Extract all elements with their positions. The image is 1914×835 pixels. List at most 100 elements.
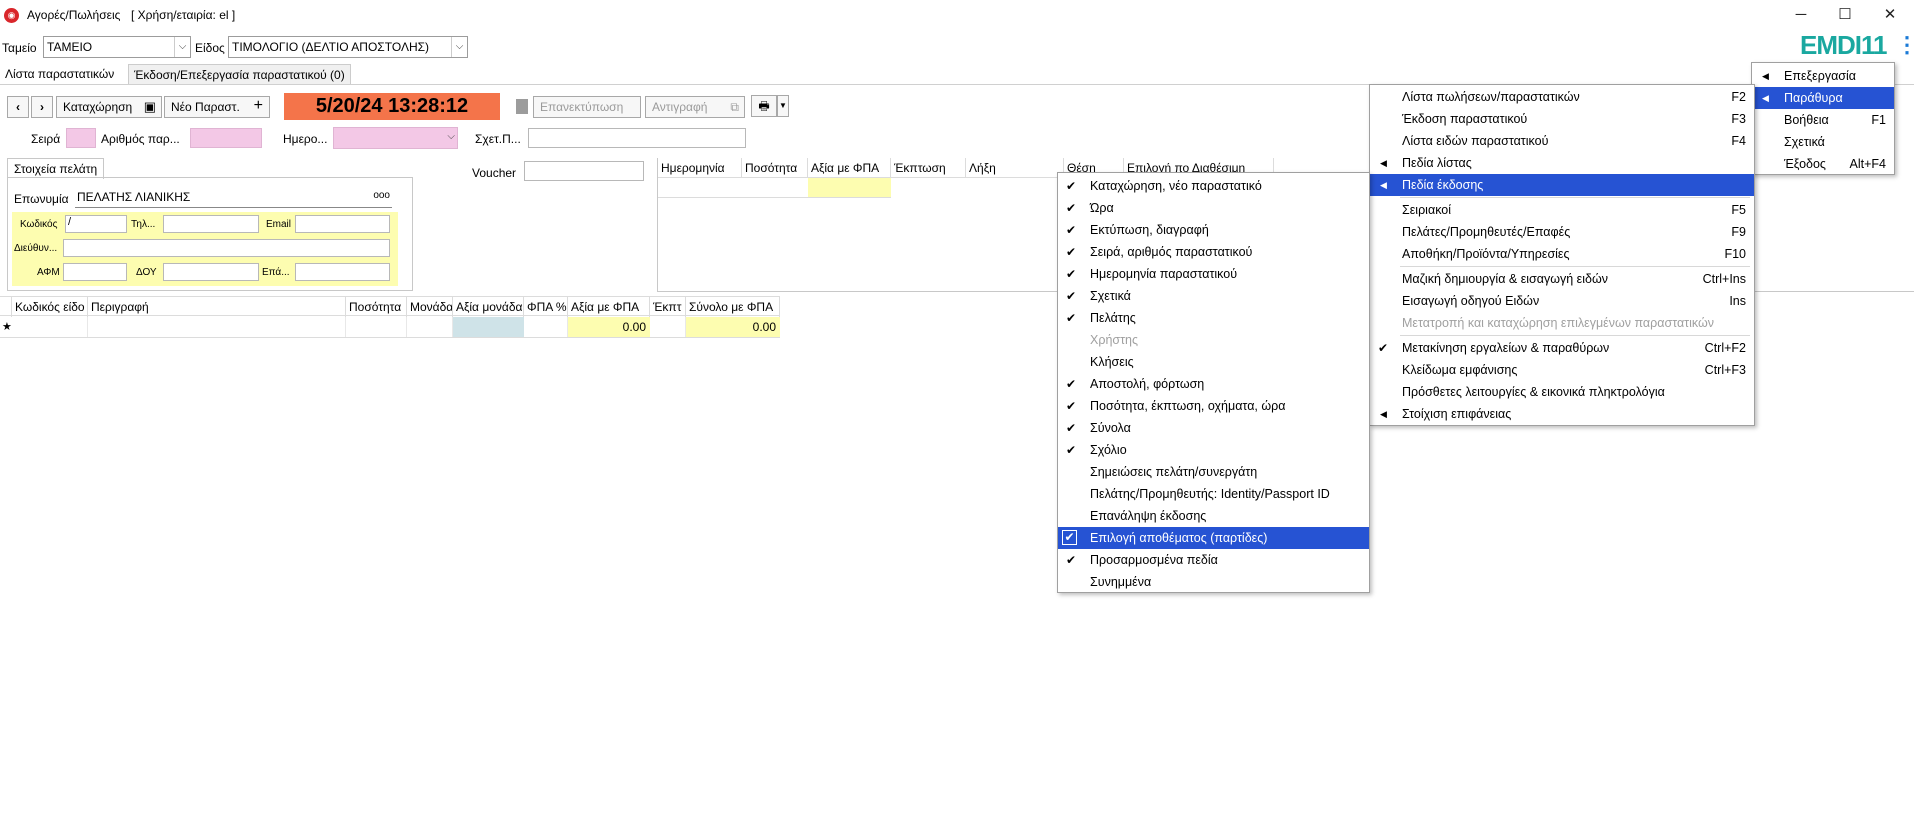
menu-item-1[interactable]: ✔ Ώρα [1058, 197, 1369, 219]
menu-item-4[interactable]: ✔ Ημερομηνία παραστατικού [1058, 263, 1369, 285]
unit-value-cell[interactable] [453, 317, 524, 337]
vat-percent-cell[interactable] [524, 317, 568, 337]
email-input[interactable] [295, 215, 390, 233]
arithmos-input[interactable] [190, 128, 262, 148]
menu-item-6[interactable]: ✔ Πελάτης [1058, 307, 1369, 329]
prev-button[interactable]: ‹ [7, 96, 29, 118]
menu-item-3[interactable]: ✔ Σειρά, αριθμός παραστατικού [1058, 241, 1369, 263]
lots-row[interactable] [658, 178, 891, 198]
next-button[interactable]: › [31, 96, 53, 118]
menu-item-3[interactable]: ◀ Πεδία λίστας [1370, 152, 1754, 174]
menu-item-8[interactable]: Αποθήκη/Προϊόντα/Υπηρεσίες F10 [1370, 243, 1754, 265]
more-icon[interactable]: ooo [373, 190, 390, 201]
menu-item-7[interactable]: Πελάτες/Προμηθευτές/Επαφές F9 [1370, 221, 1754, 243]
lots-header-cell[interactable]: Έκπτωση [891, 158, 966, 178]
tab-customer[interactable]: Στοιχεία πελάτη [7, 158, 105, 179]
reprint-button[interactable]: Επανεκτύπωση [533, 96, 641, 118]
menu-item-14[interactable]: Πελάτης/Προμηθευτής: Identity/Passport I… [1058, 483, 1369, 505]
menu-item-10[interactable]: ✔ Ποσότητα, έκπτωση, οχήματα, ώρα [1058, 395, 1369, 417]
new-document-button[interactable]: Νέο Παραστ. + [164, 96, 270, 118]
doy-input[interactable] [163, 263, 259, 281]
more-menu-icon[interactable]: ⋮ [1896, 32, 1914, 58]
save-button[interactable]: Καταχώρηση ▣ [56, 96, 162, 118]
menu-item-4[interactable]: Έξοδος Alt+F4 [1752, 153, 1894, 175]
menu-item-8[interactable]: Κλήσεις [1058, 351, 1369, 373]
lots-header-cell[interactable]: Λήξη [966, 158, 1064, 178]
menu-item-2[interactable]: ✔ Εκτύπωση, διαγραφή [1058, 219, 1369, 241]
datetime-display: 5/20/24 13:28:12 [284, 93, 500, 120]
menu-item-11[interactable]: ✔ Σύνολα [1058, 417, 1369, 439]
menu-item-0[interactable]: ✔ Καταχώρηση, νέο παραστατικό [1058, 175, 1369, 197]
menu-item-0[interactable]: ◀ Επεξεργασία [1752, 65, 1894, 87]
menu-item-0[interactable]: Λίστα πωλήσεων/παραστατικών F2 [1370, 86, 1754, 108]
voucher-input[interactable] [524, 161, 644, 181]
lines-header-cell[interactable]: Έκπτ [650, 297, 686, 317]
menu-item-16[interactable]: Πρόσθετες λειτουργίες & εικονικά πληκτρο… [1370, 381, 1754, 403]
menu-item-1[interactable]: ◀ Παράθυρα [1752, 87, 1894, 109]
delete-icon[interactable] [516, 99, 528, 114]
lines-header-cell[interactable]: Σύνολο με ΦΠΑ [686, 297, 780, 317]
lines-header-cell[interactable]: Μονάδα [407, 297, 453, 317]
lines-header-cell[interactable]: Αξία με ΦΠΑ [568, 297, 650, 317]
eidos-select[interactable]: ΤΙΜΟΛΟΓΙΟ (ΔΕΛΤΙΟ ΑΠΟΣΤΟΛΗΣ) ⌵ [228, 36, 468, 58]
lots-value-cell[interactable] [808, 178, 891, 197]
table-row[interactable]: ★ 0.00 0.00 [0, 317, 780, 338]
lots-header-cell[interactable]: Ημερομηνία [658, 158, 742, 178]
sxet-input[interactable] [528, 128, 746, 148]
menu-item-17[interactable]: ✔ Προσαρμοσμένα πεδία [1058, 549, 1369, 571]
total-vat-cell[interactable]: 0.00 [686, 317, 780, 337]
afm-label: ΑΦΜ [37, 267, 60, 278]
minimize-button[interactable]: ─ [1787, 5, 1815, 25]
menu-item-1[interactable]: Έκδοση παραστατικού F3 [1370, 108, 1754, 130]
seira-input[interactable] [66, 128, 96, 148]
menu-item-5[interactable]: ✔ Σχετικά [1058, 285, 1369, 307]
menu-item-9[interactable]: ✔ Αποστολή, φόρτωση [1058, 373, 1369, 395]
lines-header-cell[interactable]: Κωδικός είδο [12, 297, 88, 317]
value-vat-cell[interactable]: 0.00 [568, 317, 650, 337]
menu-item-10[interactable]: Μαζική δημιουργία & εισαγωγή ειδών Ctrl+I… [1370, 268, 1754, 290]
menu-item-6[interactable]: Σειριακοί F5 [1370, 199, 1754, 221]
eponymia-input[interactable]: ΠΕΛΑΤΗΣ ΛΙΑΝΙΚΗΣ ooo [75, 188, 392, 208]
lines-header-cell[interactable]: Αξία μονάδα [453, 297, 524, 317]
menu-item-15[interactable]: Επανάληψη έκδοσης [1058, 505, 1369, 527]
kodikos-input[interactable]: / [65, 215, 127, 233]
menu-item-17[interactable]: ◀ Στοίχιση επιφάνειας [1370, 403, 1754, 425]
menu-item-15[interactable]: Κλείδωμα εμφάνισης Ctrl+F3 [1370, 359, 1754, 381]
menu-item-13[interactable]: Σημειώσεις πελάτη/συνεργάτη [1058, 461, 1369, 483]
quantity-cell[interactable] [346, 317, 407, 337]
menu-item-14[interactable]: ✔ Μετακίνηση εργαλείων & παραθύρων Ctrl+F2 [1370, 337, 1754, 359]
unit-cell[interactable] [407, 317, 453, 337]
date-select[interactable]: ⌵ [333, 127, 458, 149]
checkmark-icon: ✔ [1066, 553, 1077, 567]
tilefono-input[interactable] [163, 215, 259, 233]
dieuthynsi-input[interactable] [63, 239, 390, 257]
print-button[interactable]: 🖶 [751, 95, 777, 117]
lines-header-cell[interactable]: Ποσότητα [346, 297, 407, 317]
description-cell[interactable] [88, 317, 346, 337]
discount-cell[interactable] [650, 317, 686, 337]
tab-document-list[interactable]: Λίστα παραστατικών [0, 64, 119, 84]
menu-item-2[interactable]: Λίστα ειδών παραστατικού F4 [1370, 130, 1754, 152]
menu-item-4[interactable]: ◀ Πεδία έκδοσης [1370, 174, 1754, 196]
lots-header-cell[interactable]: Ποσότητα [742, 158, 808, 178]
menu-item-16[interactable]: ✔ Επιλογή αποθέματος (παρτίδες) [1058, 527, 1369, 549]
close-button[interactable]: ✕ [1876, 5, 1904, 25]
tab-edit-document[interactable]: Έκδοση/Επεξεργασία παραστατικού (0) [128, 64, 351, 84]
print-dropdown-button[interactable]: ▼ [777, 95, 789, 117]
lots-header-cell[interactable]: Αξία με ΦΠΑ [808, 158, 891, 178]
lines-header-cell[interactable]: Περιγραφή [88, 297, 346, 317]
epaggelma-input[interactable] [295, 263, 390, 281]
lines-header-cell[interactable]: ΦΠΑ % [524, 297, 568, 317]
arithmos-label: Αριθμός παρ... [101, 132, 180, 146]
menu-item-3[interactable]: Σχετικά [1752, 131, 1894, 153]
code-cell[interactable] [12, 317, 88, 337]
maximize-button[interactable]: ☐ [1831, 5, 1859, 25]
tameio-select[interactable]: ΤΑΜΕΙΟ ⌵ [43, 36, 191, 58]
dieuthynsi-label: Διεύθυν... [14, 243, 58, 254]
afm-input[interactable] [63, 263, 127, 281]
copy-button[interactable]: Αντιγραφή ⧉ [645, 96, 745, 118]
menu-item-18[interactable]: Συνημμένα [1058, 571, 1369, 593]
menu-item-11[interactable]: Εισαγωγή οδηγού Ειδών Ins [1370, 290, 1754, 312]
menu-item-2[interactable]: Βοήθεια F1 [1752, 109, 1894, 131]
menu-item-12[interactable]: ✔ Σχόλιο [1058, 439, 1369, 461]
